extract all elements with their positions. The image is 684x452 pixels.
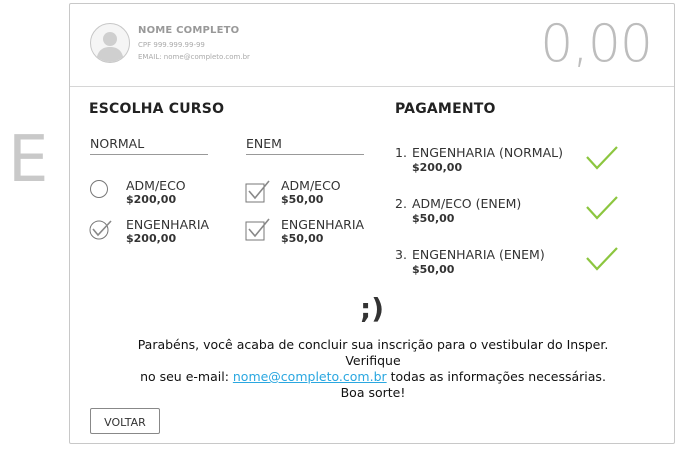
success-message: Parabéns, você acaba de concluir sua ins… [110, 337, 636, 401]
payment-item-name: ENGENHARIA (ENEM) [412, 247, 545, 262]
message-line-2-prefix: no seu e-mail: [140, 369, 233, 384]
side-letter: E [8, 123, 49, 197]
total-amount: 0,00 [540, 14, 653, 74]
payment-section-title: PAGAMENTO [395, 101, 496, 117]
payment-item-price: $50,00 [412, 263, 455, 276]
option-name: ENGENHARIA [281, 217, 365, 232]
message-line-3: Boa sorte! [340, 385, 406, 400]
user-header: NOME COMPLETO CPF 999.999.99-99 EMAIL: n… [70, 4, 674, 87]
course-section-title: ESCOLHA CURSO [89, 101, 225, 117]
checkbox-enem-engenharia[interactable] [245, 217, 271, 245]
checkbox-enem-adm-eco[interactable] [245, 179, 271, 207]
payment-item-price: $50,00 [412, 212, 455, 225]
option-price: $200,00 [126, 232, 177, 245]
back-button[interactable]: VOLTAR [90, 408, 160, 434]
option-price: $50,00 [281, 232, 324, 245]
payment-item-number: 1. [395, 145, 407, 160]
avatar-icon [90, 23, 130, 63]
wink-emoticon: ;) [360, 292, 384, 325]
user-cpf: CPF 999.999.99-99 [138, 41, 205, 49]
message-line-2-suffix: todas as informações necessárias. [386, 369, 606, 384]
payment-item-name: ENGENHARIA (NORMAL) [412, 145, 563, 160]
user-email: EMAIL: nome@completo.com.br [138, 53, 250, 61]
user-name: NOME COMPLETO [138, 25, 240, 36]
payment-item-price: $200,00 [412, 161, 463, 174]
payment-item-number: 2. [395, 196, 407, 211]
check-icon [585, 194, 619, 226]
option-name: ADM/ECO [126, 178, 186, 193]
option-name: ENGENHARIA [126, 217, 210, 232]
message-line-2: no seu e-mail: nome@completo.com.br toda… [110, 369, 636, 385]
radio-normal-engenharia[interactable] [89, 218, 113, 244]
column-normal-heading: NORMAL [90, 136, 208, 155]
message-line-1: Parabéns, você acaba de concluir sua ins… [137, 337, 609, 368]
option-price: $50,00 [281, 193, 324, 206]
check-icon [585, 144, 619, 176]
payment-item-name: ADM/ECO (ENEM) [412, 196, 522, 211]
radio-normal-adm-eco[interactable] [90, 180, 108, 198]
email-link[interactable]: nome@completo.com.br [233, 369, 387, 384]
option-name: ADM/ECO [281, 178, 341, 193]
confirmation-card: NOME COMPLETO CPF 999.999.99-99 EMAIL: n… [69, 3, 675, 444]
payment-item-number: 3. [395, 247, 407, 262]
check-icon [585, 245, 619, 277]
column-enem-heading: ENEM [246, 136, 364, 155]
option-price: $200,00 [126, 193, 177, 206]
